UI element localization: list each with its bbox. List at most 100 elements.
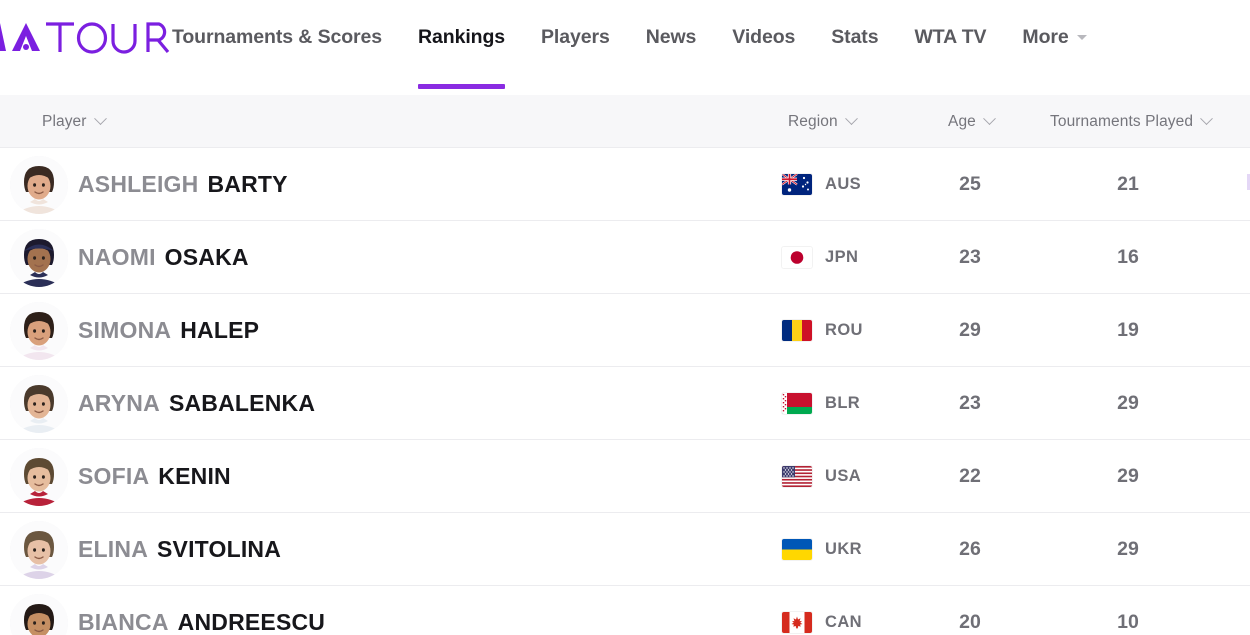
chevron-down-icon xyxy=(1200,112,1213,126)
player-tournaments-played: 19 xyxy=(1117,319,1139,341)
player-last-name: SABALENKA xyxy=(168,390,316,416)
player-first-name: ELINA xyxy=(78,536,148,562)
player-region: AUS xyxy=(782,148,861,221)
nav-item-more[interactable]: More xyxy=(1022,0,1087,95)
player-last-name: BARTY xyxy=(207,171,288,197)
main-navigation: Tournaments & Scores Rankings Players Ne… xyxy=(172,0,1123,95)
player-last-name: KENIN xyxy=(158,463,231,489)
player-name[interactable]: ARYNA SABALENKA xyxy=(78,367,315,440)
column-header-player[interactable]: Player xyxy=(42,95,107,148)
player-age: 22 xyxy=(959,465,981,487)
player-age: 25 xyxy=(959,173,981,195)
flag-usa-icon xyxy=(782,466,812,487)
player-first-name: BIANCA xyxy=(78,609,169,635)
player-first-name: NAOMI xyxy=(78,244,156,270)
player-name[interactable]: ASHLEIGH BARTY xyxy=(78,148,288,221)
player-avatar[interactable] xyxy=(10,448,68,506)
player-age: 29 xyxy=(959,319,981,341)
player-region: USA xyxy=(782,440,861,513)
player-age: 23 xyxy=(959,392,981,414)
region-code: CAN xyxy=(825,613,862,631)
nav-item-wta-tv[interactable]: WTA TV xyxy=(914,0,986,95)
player-region: ROU xyxy=(782,294,863,367)
player-last-name: ANDREESCU xyxy=(177,609,326,635)
table-row[interactable]: SOFIA KENIN USA 22 29 xyxy=(0,440,1250,513)
nav-label: Tournaments & Scores xyxy=(172,26,383,48)
player-region: JPN xyxy=(782,221,858,294)
player-avatar[interactable] xyxy=(10,229,68,287)
player-tournaments-played: 29 xyxy=(1117,538,1139,560)
nav-item-stats[interactable]: Stats xyxy=(831,0,878,95)
rankings-table-header: Player Region Age Tournaments Played xyxy=(0,95,1250,148)
column-label: Age xyxy=(948,112,976,130)
column-header-region[interactable]: Region xyxy=(788,95,858,148)
player-tournaments-played: 29 xyxy=(1117,392,1139,414)
player-avatar[interactable] xyxy=(10,521,68,579)
player-avatar[interactable] xyxy=(10,594,68,635)
player-name[interactable]: SIMONA HALEP xyxy=(78,294,259,367)
player-first-name: ARYNA xyxy=(78,390,160,416)
column-label: Tournaments Played xyxy=(1050,112,1194,130)
player-age: 23 xyxy=(959,246,981,268)
player-avatar[interactable] xyxy=(10,156,68,214)
player-age: 26 xyxy=(959,538,981,560)
nav-item-tournaments-scores[interactable]: Tournaments & Scores xyxy=(172,0,382,95)
nav-item-rankings[interactable]: Rankings xyxy=(418,0,505,95)
table-row[interactable]: SIMONA HALEP ROU 29 19 xyxy=(0,294,1250,367)
table-row[interactable]: ARYNA SABALENKA BLR 23 29 xyxy=(0,367,1250,440)
region-code: ROU xyxy=(825,321,863,339)
player-tournaments-played: 29 xyxy=(1117,465,1139,487)
player-last-name: SVITOLINA xyxy=(157,536,282,562)
nav-item-videos[interactable]: Videos xyxy=(732,0,795,95)
table-row[interactable]: NAOMI OSAKA JPN 23 16 xyxy=(0,221,1250,294)
region-code: AUS xyxy=(825,175,862,193)
nav-item-news[interactable]: News xyxy=(646,0,697,95)
nav-label: WTA TV xyxy=(914,26,987,48)
nav-item-players[interactable]: Players xyxy=(541,0,610,95)
player-first-name: SIMONA xyxy=(78,317,172,343)
nav-label: Videos xyxy=(732,26,796,48)
column-label: Region xyxy=(788,112,838,130)
player-region: UKR xyxy=(782,513,862,586)
chevron-down-icon xyxy=(983,112,996,126)
column-header-age[interactable]: Age xyxy=(948,95,996,148)
player-avatar[interactable] xyxy=(10,375,68,433)
nav-label: Stats xyxy=(831,26,879,48)
player-name[interactable]: ELINA SVITOLINA xyxy=(78,513,281,586)
chevron-down-icon xyxy=(1076,35,1087,40)
player-avatar[interactable] xyxy=(10,302,68,360)
player-region: BLR xyxy=(782,367,860,440)
player-last-name: OSAKA xyxy=(164,244,249,270)
player-name[interactable]: BIANCA ANDREESCU xyxy=(78,586,325,635)
chevron-down-icon xyxy=(93,112,107,126)
flag-blr-icon xyxy=(782,393,812,414)
flag-jpn-icon xyxy=(782,247,812,268)
player-first-name: ASHLEIGH xyxy=(78,171,199,197)
wta-tour-logo[interactable] xyxy=(0,18,172,60)
nav-label: News xyxy=(645,26,697,48)
nav-label: More xyxy=(1022,26,1069,48)
region-code: UKR xyxy=(825,540,862,558)
region-code: BLR xyxy=(825,394,861,412)
player-tournaments-played: 10 xyxy=(1117,611,1139,633)
player-name[interactable]: NAOMI OSAKA xyxy=(78,221,249,294)
table-row[interactable]: ASHLEIGH BARTY AUS 25 21 xyxy=(0,148,1250,221)
player-tournaments-played: 21 xyxy=(1117,173,1139,195)
table-row[interactable]: ELINA SVITOLINA UKR 26 29 xyxy=(0,513,1250,586)
player-tournaments-played: 16 xyxy=(1117,246,1139,268)
player-name[interactable]: SOFIA KENIN xyxy=(78,440,231,513)
nav-label: Players xyxy=(541,26,610,48)
player-region: CAN xyxy=(782,586,862,635)
table-row[interactable]: BIANCA ANDREESCU CAN 20 10 xyxy=(0,586,1250,635)
nav-label: Rankings xyxy=(418,26,506,48)
column-label: Player xyxy=(42,112,87,130)
flag-aus-icon xyxy=(782,174,812,195)
flag-rou-icon xyxy=(782,320,812,341)
column-header-tournaments-played[interactable]: Tournaments Played xyxy=(1050,95,1213,148)
player-last-name: HALEP xyxy=(180,317,260,343)
chevron-down-icon xyxy=(844,112,858,126)
site-header: Tournaments & Scores Rankings Players Ne… xyxy=(0,0,1250,95)
region-code: USA xyxy=(825,467,862,485)
flag-ukr-icon xyxy=(782,539,812,560)
player-age: 20 xyxy=(959,611,981,633)
